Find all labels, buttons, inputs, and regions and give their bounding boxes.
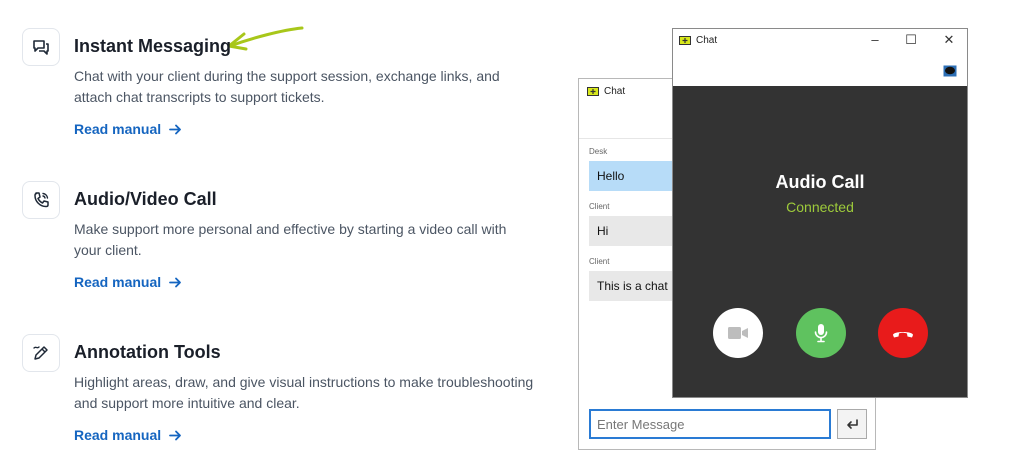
app-logo-icon (679, 35, 691, 45)
read-manual-label: Read manual (74, 274, 162, 290)
audio-call-window-header: Chat – ☐ ✕ (673, 29, 967, 86)
minimize-button[interactable]: – (865, 32, 885, 47)
call-status: Connected (786, 199, 854, 215)
video-toggle-button[interactable] (713, 308, 763, 358)
chat-bubbles-icon (22, 28, 60, 66)
microphone-button[interactable] (796, 308, 846, 358)
call-heading: Audio Call (775, 172, 865, 192)
close-button[interactable]: ✕ (939, 32, 959, 48)
arrow-right-icon (169, 277, 182, 287)
feature-instant-messaging: Instant Messaging Chat with your client … (22, 28, 542, 148)
arrow-right-icon (169, 124, 182, 134)
audio-call-window-titlebar: Chat (679, 35, 717, 46)
feature-description: Make support more personal and effective… (74, 221, 507, 258)
feature-description: Highlight areas, draw, and give visual i… (74, 374, 534, 411)
hang-up-button[interactable] (878, 308, 928, 358)
microphone-icon (814, 324, 828, 343)
audio-call-window: Chat – ☐ ✕ Audio Call Connected (672, 28, 968, 398)
feature-annotation-tools: Annotation Tools Highlight areas, draw, … (22, 334, 542, 454)
enter-icon (847, 418, 858, 429)
feature-title: Audio/Video Call (74, 189, 217, 209)
read-manual-label: Read manual (74, 427, 162, 443)
read-manual-link[interactable]: Read manual (74, 274, 182, 290)
chat-window-titlebar: Chat (587, 86, 625, 97)
arrow-right-icon (169, 430, 182, 440)
pen-draw-icon (22, 334, 60, 372)
video-camera-icon (728, 327, 748, 339)
message-input[interactable]: Enter Message (589, 409, 831, 439)
feature-title: Annotation Tools (74, 342, 221, 362)
read-manual-link[interactable]: Read manual (74, 121, 182, 137)
message-sender: Client (589, 202, 610, 211)
maximize-button[interactable]: ☐ (901, 32, 921, 48)
phone-call-icon (22, 181, 60, 219)
message-sender: Desk (589, 147, 608, 156)
hang-up-phone-icon (893, 332, 913, 338)
audio-call-window-title: Chat (696, 35, 718, 46)
read-manual-label: Read manual (74, 121, 162, 137)
feature-audio-video-call: Audio/Video Call Make support more perso… (22, 181, 542, 301)
chat-bubble-icon[interactable] (943, 65, 957, 77)
read-manual-link[interactable]: Read manual (74, 427, 182, 443)
message-sender: Client (589, 257, 610, 266)
feature-description: Chat with your client during the support… (74, 68, 500, 105)
feature-title: Instant Messaging (74, 36, 232, 56)
chat-window-title: Chat (604, 86, 626, 97)
app-logo-icon (587, 86, 599, 96)
send-button[interactable] (837, 409, 867, 439)
